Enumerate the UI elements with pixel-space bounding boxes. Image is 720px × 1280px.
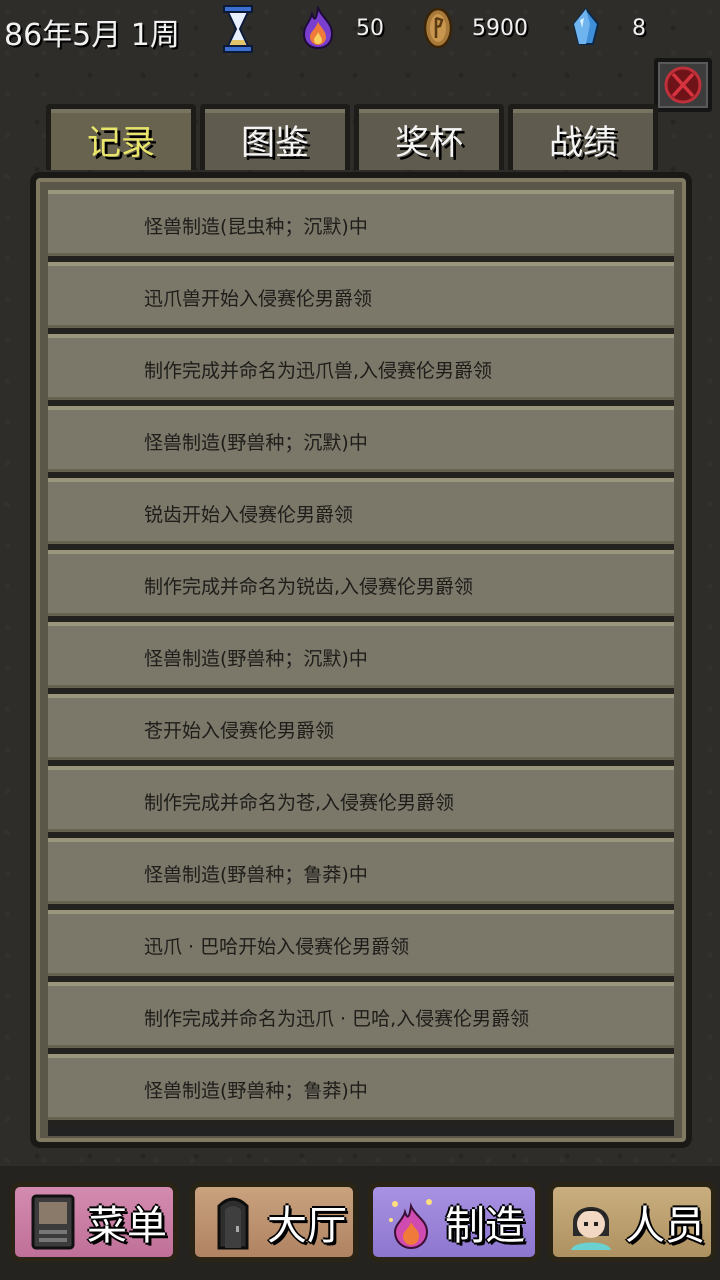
- crystal-value: 8: [632, 16, 646, 41]
- list-item: 制作完成并命名为迅爪 · 巴哈,入侵赛伦男爵领: [48, 982, 674, 1054]
- coin-icon: [423, 7, 453, 49]
- hourglass-icon: [223, 5, 253, 53]
- close-button[interactable]: [654, 58, 712, 112]
- magic-fire-icon: [389, 1199, 432, 1250]
- records-panel: 怪兽制造(昆虫种；沉默)中 迅爪兽开始入侵赛伦男爵领 制作完成并命名为迅爪兽,入…: [30, 172, 692, 1148]
- staff-label: 人员: [625, 1203, 705, 1249]
- list-item: 迅爪兽开始入侵赛伦男爵领: [48, 262, 674, 334]
- hall-label: 大厅: [267, 1203, 347, 1249]
- records-list[interactable]: 怪兽制造(昆虫种；沉默)中 迅爪兽开始入侵赛伦男爵领 制作完成并命名为迅爪兽,入…: [48, 190, 674, 1136]
- fire-value: 50: [356, 16, 384, 41]
- device-icon: [31, 1194, 75, 1250]
- tab-battle-record[interactable]: 战绩: [508, 104, 658, 170]
- list-item: 制作完成并命名为迅爪兽,入侵赛伦男爵领: [48, 334, 674, 406]
- hall-button[interactable]: 大厅: [190, 1182, 358, 1262]
- crystal-icon: [572, 7, 600, 45]
- list-item: 怪兽制造(昆虫种；沉默)中: [48, 190, 674, 262]
- list-item: 制作完成并命名为苍,入侵赛伦男爵领: [48, 766, 674, 838]
- make-button[interactable]: 制造: [368, 1182, 540, 1262]
- coin-value: 5900: [472, 16, 528, 41]
- list-item: 锐齿开始入侵赛伦男爵领: [48, 478, 674, 550]
- list-item: 怪兽制造(野兽种；沉默)中: [48, 622, 674, 694]
- fire-icon: [302, 6, 334, 50]
- game-screen: 86年5月 1周 50 5900 8 记录 图鉴 奖杯 战绩 怪兽制造(昆虫种；…: [0, 0, 720, 1280]
- menu-button[interactable]: 菜单: [10, 1182, 178, 1262]
- list-item: 怪兽制造(野兽种；沉默)中: [48, 406, 674, 478]
- tab-encyclopedia[interactable]: 图鉴: [200, 104, 350, 170]
- menu-label: 菜单: [87, 1203, 167, 1249]
- status-bar: 86年5月 1周 50 5900 8: [0, 0, 720, 60]
- tab-records[interactable]: 记录: [46, 104, 196, 170]
- game-date: 86年5月 1周: [4, 18, 180, 53]
- list-item: 怪兽制造(野兽种；鲁莽)中: [48, 838, 674, 910]
- door-icon: [217, 1197, 249, 1250]
- bottom-nav: 菜单 大厅 制造 人员: [0, 1166, 720, 1280]
- tab-trophies[interactable]: 奖杯: [354, 104, 504, 170]
- make-label: 制造: [445, 1203, 525, 1249]
- list-item: 制作完成并命名为锐齿,入侵赛伦男爵领: [48, 550, 674, 622]
- staff-button[interactable]: 人员: [548, 1182, 716, 1262]
- list-item: 迅爪 · 巴哈开始入侵赛伦男爵领: [48, 910, 674, 982]
- list-item: 怪兽制造(野兽种；鲁莽)中: [48, 1054, 674, 1126]
- close-icon: [664, 66, 702, 104]
- list-item: 苍开始入侵赛伦男爵领: [48, 694, 674, 766]
- person-icon: [571, 1207, 611, 1250]
- tab-bar: 记录 图鉴 奖杯 战绩: [46, 104, 658, 170]
